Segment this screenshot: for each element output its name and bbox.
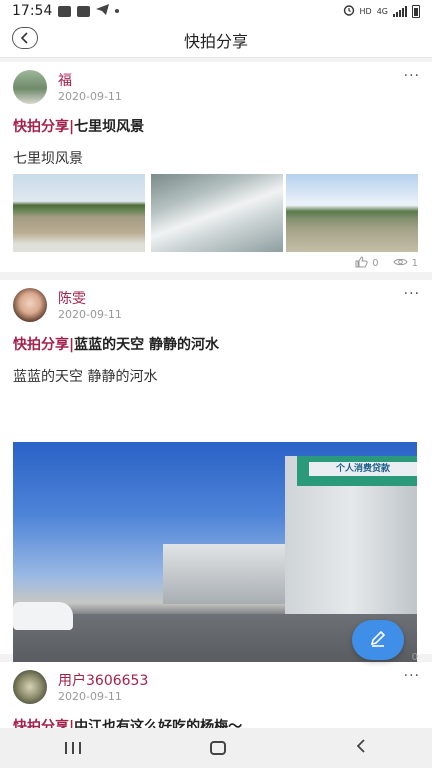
back-nav-icon[interactable] <box>355 738 367 758</box>
alarm-icon <box>343 4 355 18</box>
post-date: 2020-09-11 <box>58 690 122 703</box>
post-image[interactable] <box>286 174 418 252</box>
avatar[interactable] <box>13 70 47 104</box>
post-title-text: 七里坝风景 <box>74 119 145 135</box>
eye-icon <box>393 257 408 270</box>
post-date: 2020-09-11 <box>58 90 122 103</box>
home-icon[interactable] <box>209 741 226 755</box>
message-icon <box>77 5 91 17</box>
pencil-icon <box>368 628 388 652</box>
photo-building <box>163 544 293 604</box>
battery-icon <box>412 4 420 18</box>
post-tag: 快拍分享| <box>13 719 75 728</box>
thumbs-up-icon <box>355 256 368 271</box>
post-title-text: 中江也有这么好吃的杨梅～ <box>74 719 243 728</box>
recent-apps-icon[interactable] <box>64 742 81 754</box>
more-options-button[interactable]: ··· <box>404 286 420 302</box>
network-label: 4G <box>376 6 388 16</box>
author-name[interactable]: 用户3606653 <box>58 670 148 690</box>
photo-sign-text: 个人消费贷款 <box>335 464 390 474</box>
post-date: 2020-09-11 <box>58 308 122 321</box>
post-card[interactable]: 陈雯 2020-09-11 ··· 快拍分享|蓝蓝的天空 静静的河水 蓝蓝的天空… <box>0 280 432 686</box>
back-button[interactable] <box>12 27 38 49</box>
page-title: 快拍分享 <box>183 31 248 51</box>
post-title-text: 蓝蓝的天空 静静的河水 <box>74 337 219 353</box>
post-image[interactable] <box>13 174 145 252</box>
status-bar: 17:54 HD 4G <box>0 0 432 22</box>
post-image[interactable] <box>151 174 283 252</box>
like-count: 0 <box>372 258 379 269</box>
avatar[interactable] <box>13 670 47 704</box>
chevron-left-icon <box>20 29 30 48</box>
post-title[interactable]: 快拍分享|蓝蓝的天空 静静的河水 <box>13 334 219 354</box>
telegram-icon <box>96 3 110 19</box>
signal-icon <box>393 5 407 17</box>
photo-sign-banner: 个人消费贷款 <box>309 462 417 476</box>
view-stat: 1 <box>393 257 418 270</box>
view-count: 1 <box>411 258 418 269</box>
gallery-icon <box>58 5 72 17</box>
photo-car <box>13 602 73 630</box>
post-card[interactable]: 福 2020-09-11 ··· 快拍分享|七里坝风景 七里坝风景 0 1 <box>0 62 432 272</box>
compose-button[interactable] <box>352 620 404 660</box>
post-card[interactable]: 用户3606653 2020-09-11 ··· 快拍分享|中江也有这么好吃的杨… <box>0 662 432 728</box>
hd-label: HD <box>359 6 372 16</box>
author-name[interactable]: 福 <box>58 70 72 90</box>
system-nav-bar <box>0 728 432 768</box>
more-options-button[interactable]: ··· <box>404 668 420 684</box>
post-body: 蓝蓝的天空 静静的河水 <box>13 369 158 385</box>
title-bar: 快拍分享 <box>0 22 432 58</box>
notification-dot-icon <box>115 9 120 13</box>
like-stat[interactable]: 0 <box>355 256 379 271</box>
post-tag: 快拍分享| <box>13 337 75 353</box>
status-time: 17:54 <box>12 3 53 19</box>
post-title[interactable]: 快拍分享|七里坝风景 <box>13 116 144 136</box>
post-tag: 快拍分享| <box>13 119 75 135</box>
author-name[interactable]: 陈雯 <box>58 288 86 308</box>
post-body: 七里坝风景 <box>13 151 83 167</box>
post-stats: 0 1 <box>355 256 418 271</box>
more-options-button[interactable]: ··· <box>404 68 420 84</box>
post-title[interactable]: 快拍分享|中江也有这么好吃的杨梅～ <box>13 716 242 728</box>
avatar[interactable] <box>13 288 47 322</box>
